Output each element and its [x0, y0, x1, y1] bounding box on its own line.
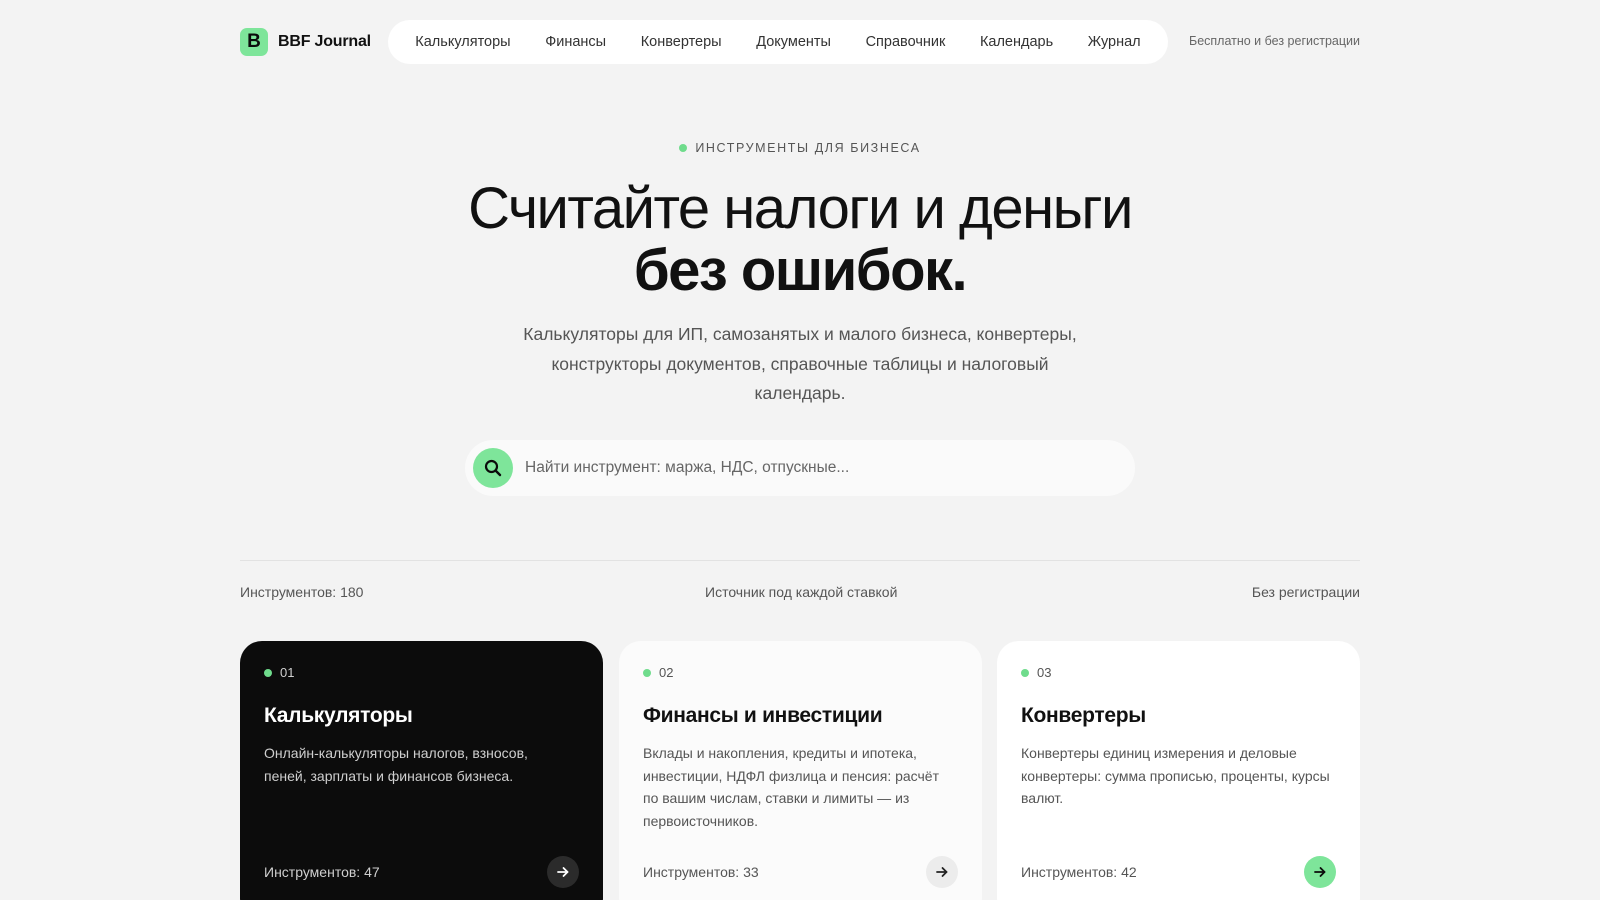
card-footer: Инструментов: 42	[1021, 856, 1336, 888]
card-title: Финансы и инвестиции	[643, 704, 883, 727]
card-number-text: 03	[1037, 665, 1052, 680]
header-note: Бесплатно и без регистрации	[1188, 34, 1360, 48]
stat-source: Источник под каждой ставкой	[705, 584, 898, 600]
card-footer: Инструментов: 47	[264, 856, 579, 888]
hero-subtitle: Калькуляторы для ИП, самозанятых и малог…	[523, 324, 1077, 403]
nav-item-documents[interactable]: Документы	[756, 34, 831, 50]
card-arrow-button[interactable]	[1304, 856, 1336, 888]
card-dot-icon	[643, 668, 651, 677]
card-description: Конвертеры единиц измерения и деловые ко…	[1021, 745, 1330, 806]
stat-tools-count: Инструментов: 180	[240, 584, 364, 600]
card-footer: Инструментов: 33	[643, 856, 958, 888]
eyebrow-text: ИНСТРУМЕНТЫ ДЛЯ БИЗНЕСА	[695, 141, 921, 155]
card-arrow-button[interactable]	[926, 856, 958, 888]
search-bar	[465, 440, 1135, 496]
card-number: 03	[1021, 665, 1336, 680]
card-dot-icon	[1021, 668, 1029, 677]
card-title: Конвертеры	[1021, 704, 1146, 727]
nav-item-journal[interactable]: Журнал	[1088, 34, 1141, 50]
card-number-text: 01	[280, 665, 295, 680]
card-arrow-button[interactable]	[547, 856, 579, 888]
arrow-right-icon	[1314, 867, 1326, 877]
hero-title-line1: Считайте налоги и деньги	[468, 176, 1133, 241]
search-button[interactable]	[473, 448, 513, 488]
card-tools-count: Инструментов: 47	[264, 864, 380, 880]
logo-text: BBF Journal	[278, 33, 371, 50]
category-card-finance[interactable]: 02 Финансы и инвестиции Вклады и накопле…	[619, 641, 982, 900]
eyebrow-dot-icon	[679, 144, 688, 152]
card-dot-icon	[264, 668, 272, 677]
section-divider	[240, 560, 1360, 561]
hero-title: Считайте налоги и деньги без ошибок.	[240, 178, 1360, 302]
stat-no-registration: Без регистрации	[1251, 584, 1360, 600]
card-description: Онлайн-калькуляторы налогов, взносов, пе…	[264, 745, 528, 784]
search-icon	[484, 459, 502, 477]
nav-item-reference[interactable]: Справочник	[866, 34, 946, 50]
nav-item-calendar[interactable]: Календарь	[980, 34, 1053, 50]
card-tools-count: Инструментов: 33	[643, 864, 759, 880]
card-tools-count: Инструментов: 42	[1021, 864, 1137, 880]
search-input[interactable]	[525, 459, 1105, 477]
nav-item-converters[interactable]: Конвертеры	[641, 34, 722, 50]
hero-title-line2: без ошибок.	[633, 238, 968, 303]
nav-item-finance[interactable]: Финансы	[545, 34, 606, 50]
arrow-right-icon	[557, 867, 569, 877]
category-card-calculators[interactable]: 01 Калькуляторы Онлайн-калькуляторы нало…	[240, 641, 603, 900]
card-description: Вклады и накопления, кредиты и ипотека, …	[643, 745, 940, 829]
nav-item-calculators[interactable]: Калькуляторы	[415, 34, 510, 50]
main-nav: Калькуляторы Финансы Конвертеры Документ…	[388, 20, 1168, 64]
logo[interactable]: B BBF Journal	[240, 28, 371, 56]
logo-mark: B	[240, 28, 268, 56]
card-number: 02	[643, 665, 958, 680]
hero-eyebrow: ИНСТРУМЕНТЫ ДЛЯ БИЗНЕСА	[240, 141, 1360, 155]
card-number: 01	[264, 665, 579, 680]
category-card-converters[interactable]: 03 Конвертеры Конвертеры единиц измерени…	[997, 641, 1360, 900]
card-number-text: 02	[659, 665, 674, 680]
arrow-right-icon	[936, 867, 948, 877]
card-title: Калькуляторы	[264, 704, 413, 727]
site-header: B BBF Journal Калькуляторы Финансы Конве…	[240, 20, 1360, 64]
